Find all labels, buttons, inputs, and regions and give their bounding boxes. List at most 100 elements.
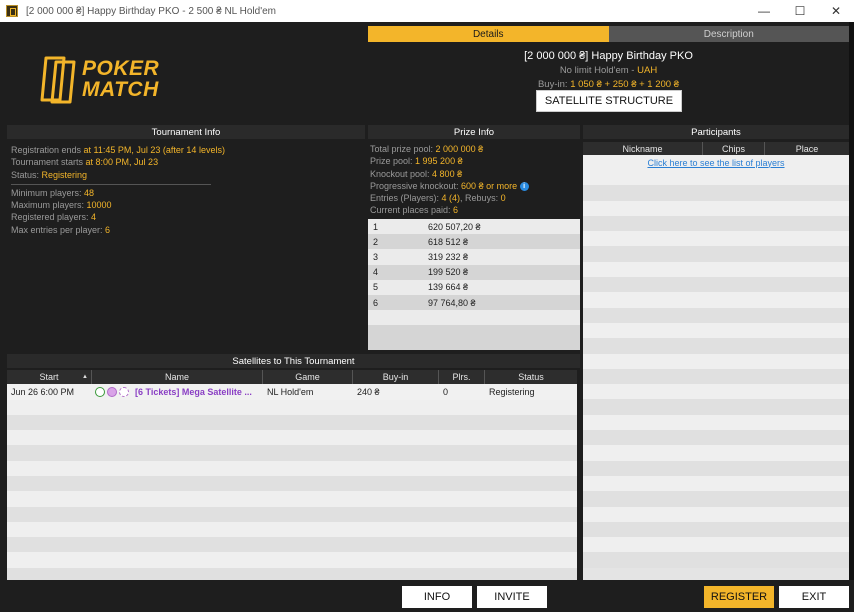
participant-row — [583, 430, 849, 446]
window-edge — [849, 22, 854, 612]
participant-row — [583, 521, 849, 538]
satellite-structure-button[interactable]: SATELLITE STRUCTURE — [536, 90, 682, 112]
satellite-status: Registering — [489, 386, 535, 397]
prize-info-panel: Total prize pool: 2 000 000 ₴ Prize pool… — [370, 143, 580, 217]
participant-row — [583, 200, 849, 216]
guaranteed-icon — [95, 386, 105, 397]
satellite-row-empty — [7, 552, 577, 568]
column-start[interactable]: Start ▲ — [7, 370, 92, 384]
divider — [11, 183, 211, 185]
satellite-row-empty — [7, 445, 577, 461]
info-icon[interactable]: i — [519, 182, 529, 192]
payout-table: 1 620 507,20 ₴ 2 618 512 ₴ 3 319 232 ₴ 4 199 52… — [368, 219, 580, 350]
participant-row — [583, 170, 849, 186]
satellite-start: Jun 26 6:00 PM — [11, 386, 75, 397]
participants-heading: Participants — [583, 125, 849, 139]
payout-amount: 97 764,80 ₴ — [428, 297, 476, 308]
payout-place: 1 — [373, 221, 379, 232]
payout-place: 4 — [373, 267, 379, 278]
payout-place: 5 — [373, 282, 379, 293]
participant-row — [583, 215, 849, 232]
registration-ends: Registration ends at 11:45 PM, Jul 23 (a… — [11, 145, 225, 155]
payout-amount: 620 507,20 ₴ — [428, 221, 481, 232]
participant-row — [583, 475, 849, 492]
tournament-starts: Tournament starts at 8:00 PM, Jul 23 — [11, 157, 159, 168]
column-chips[interactable]: Chips — [703, 142, 765, 155]
close-button[interactable]: ✕ — [818, 0, 854, 22]
participant-row — [583, 338, 849, 354]
window-title: [2 000 000 ₴] Happy Birthday PKO - 2 500… — [26, 5, 277, 17]
tournament-header: [2 000 000 ₴] Happy Birthday PKO No limi… — [368, 50, 849, 90]
participant-row — [583, 537, 849, 553]
payout-place: 3 — [373, 251, 379, 262]
app-icon — [6, 5, 18, 17]
participants-table: Nickname Chips Place Click here to see t… — [583, 142, 849, 580]
payout-row — [368, 310, 580, 326]
participant-row — [583, 399, 849, 415]
players-list-link[interactable]: Click here to see the list of players — [583, 155, 849, 170]
participants-rows — [583, 170, 849, 568]
tournament-info-heading: Tournament Info — [7, 125, 365, 139]
payout-row: 4 199 520 ₴ — [368, 264, 580, 280]
game-type: No limit Hold'em - — [559, 65, 638, 76]
column-status[interactable]: Status — [485, 370, 577, 384]
rebuy-icon — [119, 386, 129, 397]
tab-details[interactable]: Details — [368, 26, 609, 42]
payout-place: 6 — [373, 297, 379, 308]
entries-players: Entries (Players): 4 (4), Rebuys: 0 — [370, 193, 506, 204]
payout-row — [368, 325, 580, 341]
info-button[interactable]: INFO — [402, 586, 472, 608]
minimize-button[interactable]: — — [746, 0, 782, 22]
payout-place: 2 — [373, 236, 379, 247]
payout-row: 2 618 512 ₴ — [368, 234, 580, 250]
minimum-players: Minimum players: 48 — [11, 187, 95, 198]
tournament-status: Status: Registering — [11, 169, 88, 180]
participant-row — [583, 185, 849, 201]
column-game[interactable]: Game — [263, 370, 353, 384]
register-button[interactable]: REGISTER — [704, 586, 774, 608]
participant-row — [583, 460, 849, 476]
maximize-button[interactable]: ☐ — [782, 0, 818, 22]
tournament-info-panel: Registration ends at 11:45 PM, Jul 23 (a… — [11, 144, 361, 236]
exit-button[interactable]: EXIT — [779, 586, 849, 608]
buyin-label: Buy-in: — [537, 79, 571, 90]
payout-amount: 618 512 ₴ — [428, 236, 469, 247]
tournament-name: [2 000 000 ₴] Happy Birthday PKO — [524, 50, 693, 62]
maximum-players: Maximum players: 10000 — [11, 200, 112, 211]
participant-row — [583, 277, 849, 293]
column-nickname[interactable]: Nickname — [583, 142, 703, 155]
satellite-row-empty — [7, 506, 577, 522]
participant-row — [583, 368, 849, 385]
invite-button[interactable]: INVITE — [477, 586, 547, 608]
logo-word-match: MATCH — [82, 78, 159, 101]
progressive-knockout: Progressive knockout: 600 ₴ or more i — [370, 180, 580, 192]
total-prize-pool: Total prize pool: 2 000 000 ₴ — [370, 144, 484, 154]
registered-players: Registered players: 4 — [11, 212, 97, 223]
tab-description[interactable]: Description — [608, 26, 849, 42]
pokermatch-logo: POKER MATCH — [40, 56, 175, 104]
participant-row — [583, 246, 849, 262]
column-buyin[interactable]: Buy-in — [353, 370, 439, 384]
buyin-value: 1 050 ₴ + 250 ₴ + 1 200 ₴ — [570, 79, 680, 90]
column-place[interactable]: Place — [765, 142, 849, 155]
max-entries: Max entries per player: 6 — [11, 224, 111, 235]
currency-label: UAH — [637, 65, 658, 76]
payout-row: 6 97 764,80 ₴ — [368, 294, 580, 311]
tournament-game: No limit Hold'em - UAH — [368, 65, 849, 76]
payout-amount: 199 520 ₴ — [428, 267, 469, 278]
satellites-heading: Satellites to This Tournament — [7, 354, 580, 368]
participant-row — [583, 322, 849, 339]
satellite-name: [6 Tickets] Mega Satellite ... — [135, 386, 252, 397]
ticket-icon — [107, 386, 117, 397]
column-name[interactable]: Name — [92, 370, 263, 384]
satellite-row-empty — [7, 521, 577, 538]
satellite-row-empty — [7, 537, 577, 553]
participant-row — [583, 384, 849, 400]
satellite-row[interactable]: Jun 26 6:00 PM [6 Tickets] Mega Satellit… — [7, 384, 577, 400]
participant-row — [583, 261, 849, 278]
column-players[interactable]: Plrs. — [439, 370, 485, 384]
satellite-row-empty — [7, 491, 577, 507]
participant-row — [583, 231, 849, 247]
payout-amount: 319 232 ₴ — [428, 251, 469, 262]
tab-bar: Details Description — [368, 26, 849, 42]
